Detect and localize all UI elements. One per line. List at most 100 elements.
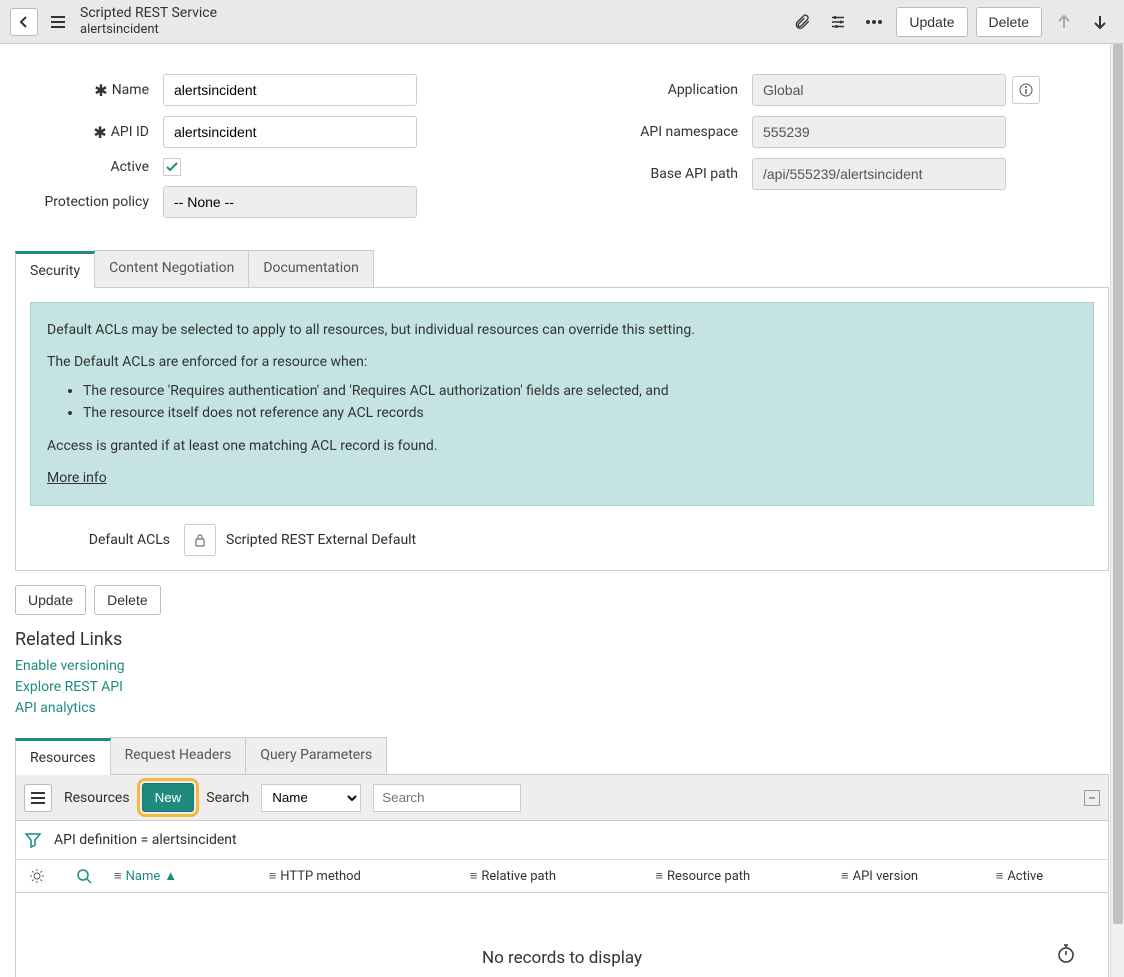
protection-label: Protection policy <box>44 194 149 210</box>
col-respath-header[interactable]: ≡ Resource path <box>655 868 841 884</box>
col-menu-icon: ≡ <box>841 868 849 884</box>
column-headers: ≡ Name ▲ ≡ HTTP method ≡ Relative path ≡… <box>15 859 1109 893</box>
col-active-header[interactable]: ≡ Active <box>996 868 1104 884</box>
application-label: Application <box>668 82 738 98</box>
col-menu-icon: ≡ <box>996 868 1004 884</box>
tab-content-negotiation[interactable]: Content Negotiation <box>94 250 249 287</box>
protection-select[interactable] <box>163 186 417 218</box>
empty-state: No records to display <box>15 893 1109 977</box>
apiid-label: API ID <box>111 124 149 140</box>
required-icon: ✱ <box>94 81 107 100</box>
main-content: ✱ Name ✱ API ID Active Protection policy A… <box>0 44 1124 977</box>
tab-query-parameters[interactable]: Query Parameters <box>245 737 387 774</box>
info-p1: Default ACLs may be selected to apply to… <box>47 319 1077 341</box>
check-icon <box>166 161 178 173</box>
apiid-input[interactable] <box>163 116 417 148</box>
related-links-title: Related Links <box>15 629 1109 650</box>
attachment-button[interactable] <box>788 8 816 36</box>
tab-documentation[interactable]: Documentation <box>248 250 374 287</box>
list-menu-button[interactable] <box>24 784 52 812</box>
chevron-left-icon <box>18 16 30 28</box>
top-bar: Scripted REST Service alertsincident Upd… <box>0 0 1124 44</box>
filter-text: API definition = alertsincident <box>54 832 237 848</box>
active-label: Active <box>110 159 149 175</box>
info-li1: The resource 'Requires authentication' a… <box>83 380 1077 402</box>
update-button-top[interactable]: Update <box>896 7 967 37</box>
enable-versioning-link[interactable]: Enable versioning <box>15 656 1109 677</box>
acl-row: Default ACLs Scripted REST External Defa… <box>30 524 1094 556</box>
col-menu-icon: ≡ <box>655 868 663 884</box>
response-time-button[interactable] <box>1056 943 1076 963</box>
delete-button[interactable]: Delete <box>94 585 160 615</box>
col-name-header[interactable]: ≡ Name ▲ <box>114 868 269 884</box>
settings-button[interactable] <box>824 8 852 36</box>
col-relpath-header[interactable]: ≡ Relative path <box>470 868 656 884</box>
basepath-label: Base API path <box>651 166 738 182</box>
stopwatch-icon <box>1056 943 1076 963</box>
col-menu-icon: ≡ <box>114 868 122 884</box>
explore-rest-api-link[interactable]: Explore REST API <box>15 677 1109 698</box>
name-input[interactable] <box>163 74 417 106</box>
required-icon: ✱ <box>93 123 106 142</box>
tabstrip-security: Security Content Negotiation Documentati… <box>15 250 1109 288</box>
new-button[interactable]: New <box>142 783 195 812</box>
list-title: Resources <box>64 790 130 806</box>
more-button[interactable] <box>860 8 888 36</box>
application-input <box>752 74 1006 106</box>
tab-request-headers[interactable]: Request Headers <box>110 737 247 774</box>
page-title: Scripted REST Service <box>80 5 217 22</box>
application-info-button[interactable] <box>1012 76 1040 104</box>
action-row: Update Delete <box>15 585 1109 615</box>
form-grid: ✱ Name ✱ API ID Active Protection policy A… <box>15 74 1109 228</box>
collapse-button[interactable] <box>1084 790 1100 806</box>
next-record-button[interactable] <box>1086 8 1114 36</box>
tab-resources[interactable]: Resources <box>15 738 111 775</box>
security-panel: Default ACLs may be selected to apply to… <box>15 288 1109 571</box>
tabstrip-related: Resources Request Headers Query Paramete… <box>15 737 1109 775</box>
back-button[interactable] <box>10 8 38 36</box>
basepath-input <box>752 158 1006 190</box>
tab-security[interactable]: Security <box>15 251 95 288</box>
search-label: Search <box>206 790 249 806</box>
sort-asc-icon: ▲ <box>164 868 177 884</box>
list-toolbar: Resources New Search Name <box>15 775 1109 821</box>
api-analytics-link[interactable]: API analytics <box>15 698 1109 719</box>
acl-lock-button[interactable] <box>184 524 216 556</box>
namespace-input <box>752 116 1006 148</box>
paperclip-icon <box>793 13 811 31</box>
info-p3: Access is granted if at least one matchi… <box>47 435 1077 457</box>
arrow-up-icon <box>1056 14 1072 30</box>
prev-record-button[interactable] <box>1050 8 1078 36</box>
namespace-label: API namespace <box>640 124 738 140</box>
update-button[interactable]: Update <box>15 585 86 615</box>
scrollbar[interactable] <box>1110 44 1124 977</box>
col-http-header[interactable]: ≡ HTTP method <box>269 868 470 884</box>
scrollbar-thumb[interactable] <box>1113 44 1123 924</box>
gear-icon[interactable] <box>29 868 45 884</box>
col-menu-icon: ≡ <box>269 868 277 884</box>
hamburger-icon <box>51 16 65 28</box>
col-apiver-header[interactable]: ≡ API version <box>841 868 996 884</box>
active-checkbox[interactable] <box>163 158 181 176</box>
name-label: Name <box>112 82 149 98</box>
search-icon[interactable] <box>76 868 92 884</box>
search-input[interactable] <box>373 784 521 812</box>
acl-label: Default ACLs <box>30 532 184 548</box>
minus-box-icon <box>1088 794 1096 802</box>
lock-icon <box>193 533 207 547</box>
more-info-link[interactable]: More info <box>47 470 107 486</box>
more-icon <box>865 19 883 25</box>
funnel-icon <box>24 831 42 849</box>
sliders-icon <box>829 13 847 31</box>
filter-button[interactable] <box>24 831 42 849</box>
acl-value: Scripted REST External Default <box>226 532 416 548</box>
filter-row: API definition = alertsincident <box>15 821 1109 859</box>
search-field-select[interactable]: Name <box>261 784 361 812</box>
info-li2: The resource itself does not reference a… <box>83 402 1077 424</box>
title-block: Scripted REST Service alertsincident <box>80 5 217 37</box>
col-menu-icon: ≡ <box>470 868 478 884</box>
security-info-box: Default ACLs may be selected to apply to… <box>30 302 1094 506</box>
page-subtitle: alertsincident <box>80 22 217 38</box>
delete-button-top[interactable]: Delete <box>976 7 1042 37</box>
menu-button[interactable] <box>44 8 72 36</box>
